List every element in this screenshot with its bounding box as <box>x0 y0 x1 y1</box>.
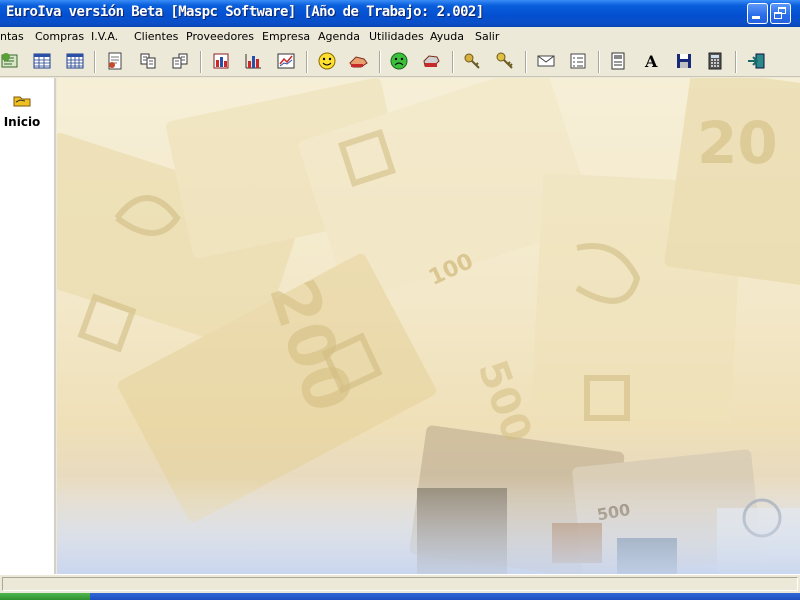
sidebar-item-inicio[interactable]: Inicio <box>0 92 44 129</box>
status-panel <box>2 577 798 591</box>
start-button[interactable] <box>0 593 90 600</box>
menu-bar: ntas Compras I.V.A. Clientes Proveedores… <box>0 27 800 46</box>
smiley-happy-icon[interactable] <box>317 51 337 71</box>
report-icon[interactable] <box>211 51 231 71</box>
restore-icon-back <box>774 12 782 19</box>
menu-ayuda[interactable]: Ayuda <box>430 30 464 43</box>
key-icon[interactable] <box>495 51 515 71</box>
checklist-icon[interactable] <box>568 51 588 71</box>
toolbar-separator <box>379 51 381 73</box>
title-bar[interactable]: EuroIva versión Beta [Maspc Software] [A… <box>0 0 800 27</box>
table-icon[interactable] <box>32 51 52 71</box>
printer-icon[interactable] <box>421 51 441 71</box>
envelope-icon[interactable] <box>536 51 556 71</box>
transfer-icon[interactable] <box>138 51 158 71</box>
menu-iva[interactable]: I.V.A. <box>91 30 118 43</box>
toolbar-separator <box>525 51 527 73</box>
menu-clientes[interactable]: Clientes <box>134 30 178 43</box>
save-icon[interactable] <box>674 51 694 71</box>
banknote-collage: 200 100 20 500 500 <box>57 78 800 574</box>
status-bar <box>0 574 800 593</box>
toolbar-separator <box>94 51 96 73</box>
smiley-sad-icon[interactable] <box>389 51 409 71</box>
toolbar-separator <box>200 51 202 73</box>
sidebar: Inicio <box>0 78 56 574</box>
menu-salir[interactable]: Salir <box>475 30 499 43</box>
form-icon[interactable] <box>608 51 628 71</box>
grid-icon[interactable] <box>65 51 85 71</box>
toolbar-separator <box>306 51 308 73</box>
calculator-icon[interactable] <box>705 51 725 71</box>
window-title: EuroIva versión Beta [Maspc Software] [A… <box>6 4 484 20</box>
exit-icon[interactable] <box>746 51 766 71</box>
sidebar-item-label: Inicio <box>3 115 41 129</box>
folder-hand-icon <box>13 92 31 111</box>
font-icon[interactable]: A <box>641 51 661 71</box>
svg-text:A: A <box>644 52 658 70</box>
line-chart-icon[interactable] <box>276 51 296 71</box>
minimize-icon <box>752 16 760 19</box>
menu-proveedores[interactable]: Proveedores <box>186 30 254 43</box>
hand-icon[interactable] <box>348 51 368 71</box>
menu-utilidades[interactable]: Utilidades <box>369 30 424 43</box>
menu-empresa[interactable]: Empresa <box>262 30 310 43</box>
keys-icon[interactable] <box>462 51 482 71</box>
taskbar <box>0 593 800 600</box>
toolbar: A <box>0 46 800 77</box>
toolbar-separator <box>735 51 737 73</box>
document-icon[interactable] <box>105 51 125 71</box>
menu-compras[interactable]: Compras <box>35 30 84 43</box>
restore-button[interactable] <box>770 3 791 24</box>
desktop-wallpaper: 200 100 20 500 500 <box>57 78 800 574</box>
minimize-button[interactable] <box>747 3 768 24</box>
toolbar-separator <box>598 51 600 73</box>
globe-icon[interactable] <box>0 51 20 71</box>
bar-chart-icon[interactable] <box>243 51 263 71</box>
menu-ventas[interactable]: ntas <box>0 30 24 43</box>
menu-agenda[interactable]: Agenda <box>318 30 360 43</box>
transfer-alt-icon[interactable] <box>170 51 190 71</box>
toolbar-separator <box>452 51 454 73</box>
